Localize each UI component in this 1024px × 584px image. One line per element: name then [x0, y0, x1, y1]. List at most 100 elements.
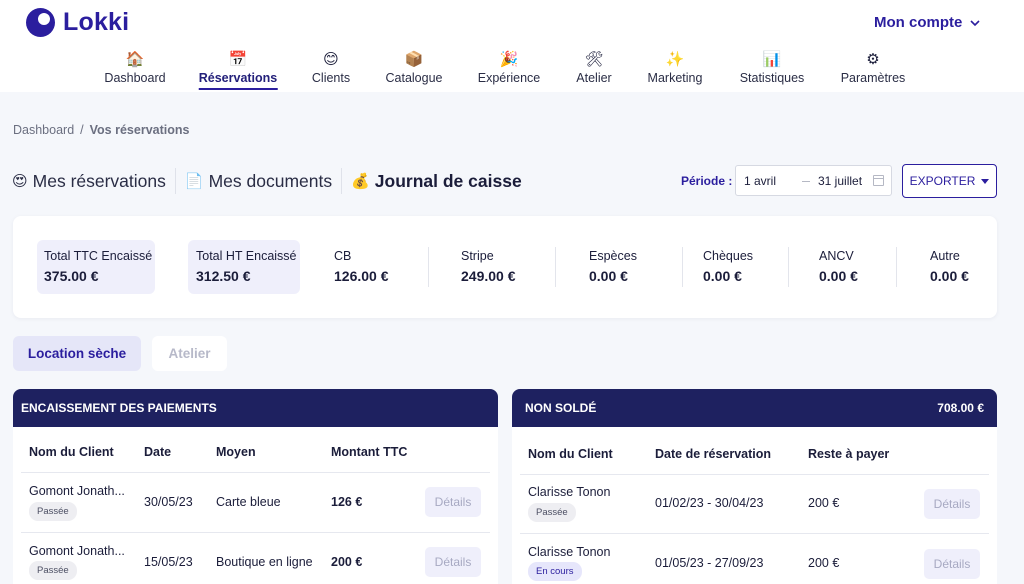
- range-dash: [802, 181, 810, 182]
- total-value: 375.00 €: [44, 268, 99, 284]
- party-popper-icon: 🎉: [499, 51, 519, 68]
- details-button[interactable]: Détails: [924, 489, 980, 519]
- date-range-picker[interactable]: 1 avril 31 juillet: [735, 165, 892, 196]
- calendar-icon: [873, 175, 884, 186]
- heart-eyes-icon: 😍: [12, 173, 28, 190]
- nav-label: Réservations: [198, 71, 278, 90]
- totals-card: Total TTC Encaissé 375.00 € Total HT Enc…: [13, 216, 997, 318]
- client-name: Clarisse Tonon: [528, 485, 611, 499]
- payment-method: Boutique en ligne: [216, 555, 313, 569]
- payment-date: 15/05/23: [144, 555, 193, 569]
- total-label: Chèques: [703, 249, 754, 263]
- total-label: Espèces: [589, 249, 637, 263]
- account-menu[interactable]: Mon compte: [874, 14, 980, 31]
- row-divider: [520, 533, 989, 534]
- tab-atelier[interactable]: Atelier: [152, 336, 227, 371]
- nav-item-clients[interactable]: 😊 Clients: [312, 50, 350, 85]
- document-tabs: 😍 Mes réservations 📄 Mes documents 💰 Jou…: [12, 168, 531, 194]
- export-label: EXPORTER: [909, 174, 976, 188]
- total-label: Total HT Encaissé: [196, 249, 297, 263]
- divider: [682, 247, 683, 287]
- reservation-dates: 01/05/23 - 27/09/23: [655, 556, 764, 570]
- breadcrumb-separator: /: [80, 123, 84, 137]
- client-name: Gomont Jonath...: [29, 544, 125, 558]
- nav-item-statistiques[interactable]: 📊 Statistiques: [740, 50, 805, 85]
- total-label: ANCV: [819, 249, 854, 263]
- nav-item-marketing[interactable]: ✨ Marketing: [648, 50, 703, 85]
- document-icon: 📄: [184, 173, 204, 190]
- panel-header: NON SOLDÉ 708.00 €: [512, 389, 997, 427]
- caret-down-icon: [981, 178, 990, 184]
- column-header[interactable]: Moyen: [216, 445, 256, 459]
- nav-label: Clients: [311, 71, 351, 85]
- nav-item-catalogue[interactable]: 📦 Catalogue: [386, 50, 443, 85]
- column-header[interactable]: Nom du Client: [29, 445, 114, 459]
- payment-amount: 126 €: [331, 495, 363, 509]
- total-label: Total TTC Encaissé: [44, 249, 153, 263]
- breadcrumb-root[interactable]: Dashboard: [13, 123, 74, 137]
- date-start: 1 avril: [744, 174, 777, 188]
- divider: [896, 247, 897, 287]
- column-header[interactable]: Date de réservation: [655, 447, 771, 461]
- divider: [788, 247, 789, 287]
- nav-label: Catalogue: [385, 71, 443, 85]
- breadcrumb: Dashboard / Vos réservations: [13, 123, 189, 137]
- details-button[interactable]: Détails: [924, 549, 980, 579]
- date-end: 31 juillet: [818, 174, 863, 188]
- sparkles-icon: ✨: [665, 51, 685, 68]
- total-label: CB: [334, 249, 352, 263]
- column-header[interactable]: Nom du Client: [528, 447, 613, 461]
- export-button[interactable]: EXPORTER: [902, 164, 997, 198]
- column-header[interactable]: Montant TTC: [331, 445, 407, 459]
- tab-label: Mes documents: [208, 170, 333, 191]
- total-label: Autre: [930, 249, 960, 263]
- bar-chart-icon: 📊: [762, 51, 782, 68]
- top-header: Lokki Mon compte 🏠 Dashboard 📅 Réservati…: [0, 0, 1024, 92]
- nav-label: Atelier: [576, 71, 612, 85]
- nav-item-experience[interactable]: 🎉 Expérience: [478, 50, 541, 85]
- remaining-amount: 200 €: [808, 556, 840, 570]
- smiley-icon: 😊: [323, 51, 339, 68]
- tools-icon: 🛠: [584, 51, 604, 68]
- payment-date: 30/05/23: [144, 495, 193, 509]
- column-header[interactable]: Reste à payer: [808, 447, 889, 461]
- total-value: 0.00 €: [703, 268, 742, 284]
- nav-item-atelier[interactable]: 🛠 Atelier: [576, 50, 611, 85]
- panel-title: NON SOLDÉ: [525, 401, 597, 415]
- tab-mes-documents[interactable]: 📄 Mes documents: [176, 171, 341, 192]
- nav-item-reservations[interactable]: 📅 Réservations: [198, 50, 278, 90]
- row-divider: [520, 474, 989, 475]
- nav-label: Marketing: [647, 71, 703, 85]
- money-bag-icon: 💰: [351, 173, 370, 190]
- tab-mes-reservations[interactable]: 😍 Mes réservations: [12, 171, 175, 192]
- panel-header: ENCAISSEMENT DES PAIEMENTS: [13, 389, 498, 427]
- tab-label: Journal de caisse: [374, 170, 522, 191]
- total-value: 0.00 €: [589, 268, 628, 284]
- payment-amount: 200 €: [331, 555, 363, 569]
- account-label: Mon compte: [874, 14, 963, 31]
- tab-location-seche[interactable]: Location sèche: [13, 336, 141, 371]
- nav-item-dashboard[interactable]: 🏠 Dashboard: [104, 50, 165, 85]
- brand-name: Lokki: [63, 8, 130, 36]
- status-badge: Passée: [29, 502, 77, 521]
- payments-panel: ENCAISSEMENT DES PAIEMENTS Nom du Client…: [13, 389, 498, 584]
- calendar-icon: 📅: [228, 51, 248, 68]
- nav-item-parametres[interactable]: ⚙ Paramètres: [841, 50, 906, 85]
- panel-total: 708.00 €: [937, 401, 984, 415]
- status-badge: Passée: [29, 561, 77, 580]
- row-divider: [21, 532, 490, 533]
- details-button[interactable]: Détails: [425, 487, 481, 517]
- client-name: Gomont Jonath...: [29, 484, 125, 498]
- total-value: 0.00 €: [930, 268, 969, 284]
- house-icon: 🏠: [125, 51, 145, 68]
- tab-journal-de-caisse[interactable]: 💰 Journal de caisse: [342, 171, 531, 192]
- package-icon: 📦: [404, 51, 424, 68]
- details-button[interactable]: Détails: [425, 547, 481, 577]
- panel-title: ENCAISSEMENT DES PAIEMENTS: [21, 401, 217, 415]
- status-badge: En cours: [528, 562, 582, 581]
- breadcrumb-current: Vos réservations: [89, 123, 190, 137]
- column-header[interactable]: Date: [144, 445, 171, 459]
- total-label: Stripe: [461, 249, 494, 263]
- reservation-dates: 01/02/23 - 30/04/23: [655, 496, 764, 510]
- brand-logo[interactable]: Lokki: [26, 8, 129, 37]
